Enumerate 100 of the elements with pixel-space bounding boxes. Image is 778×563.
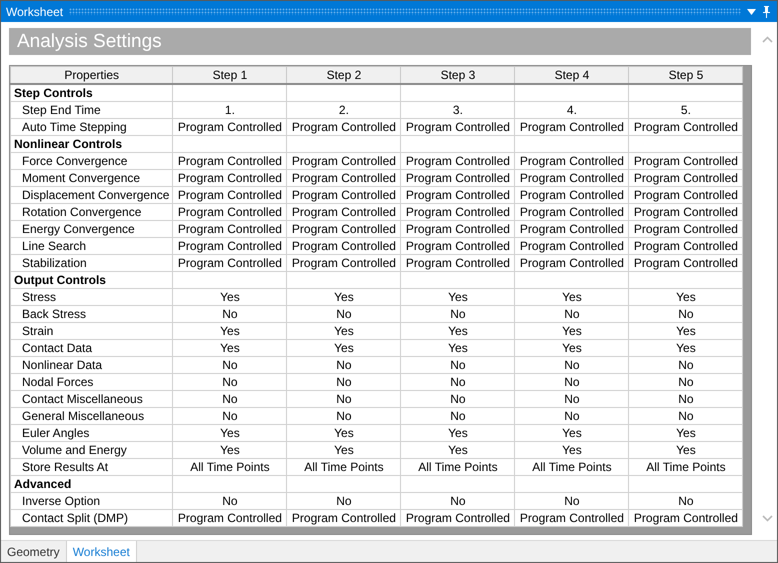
table-cell: Program Controlled [628, 510, 743, 526]
column-header: Step 1 [172, 66, 287, 84]
table-cell: No [286, 492, 401, 510]
section-header: Step Controls [10, 84, 173, 102]
dropdown-icon[interactable] [747, 8, 756, 14]
table-cell: No [286, 306, 401, 322]
table-cell: Program Controlled [628, 186, 743, 204]
table-cell: 4. [514, 102, 629, 118]
table-cell: 2. [286, 102, 401, 118]
property-name: Nodal Forces [10, 374, 173, 390]
property-name: Contact Miscellaneous [10, 390, 173, 408]
pin-icon[interactable] [762, 6, 771, 18]
table-cell: No [172, 390, 287, 408]
table-cell: Program Controlled [514, 186, 629, 204]
column-header: Step 3 [400, 66, 515, 84]
table-cell: Yes [514, 442, 629, 458]
table-cell: Yes [172, 340, 287, 356]
table-cell: Program Controlled [172, 238, 287, 254]
table-cell: No [400, 408, 515, 424]
table-cell: Yes [286, 322, 401, 340]
table-cell: No [400, 390, 515, 408]
table-cell: No [628, 408, 743, 424]
table-cell: Yes [400, 340, 515, 356]
table-cell: No [286, 374, 401, 390]
table-cell: No [514, 492, 629, 510]
table-cell: Program Controlled [514, 220, 629, 238]
table-cell: Program Controlled [286, 510, 401, 526]
table-cell: No [172, 356, 287, 374]
table-cell: All Time Points [628, 458, 743, 476]
property-name: Force Convergence [10, 152, 173, 170]
table-cell: Program Controlled [172, 220, 287, 238]
table-cell: Yes [172, 424, 287, 442]
table-cell: No [514, 390, 629, 408]
table-cell: 3. [400, 102, 515, 118]
table-cell: No [172, 306, 287, 322]
table-cell: Program Controlled [514, 238, 629, 254]
property-name: Step End Time [10, 102, 173, 118]
tab[interactable]: Worksheet [66, 541, 137, 562]
table-cell: No [628, 306, 743, 322]
column-header: Step 2 [286, 66, 401, 84]
table-cell: Program Controlled [286, 204, 401, 220]
table-cell: No [286, 356, 401, 374]
table-cell: Yes [286, 442, 401, 458]
table-cell: Program Controlled [514, 510, 629, 526]
table-cell: Program Controlled [286, 152, 401, 170]
table-cell: Program Controlled [286, 118, 401, 136]
table-cell: Yes [172, 442, 287, 458]
table-cell: No [400, 306, 515, 322]
table-cell: Program Controlled [400, 220, 515, 238]
column-header: Properties [10, 66, 173, 84]
property-name: Stabilization [10, 254, 173, 272]
section-header: Output Controls [10, 272, 173, 288]
table-cell: Yes [628, 340, 743, 356]
table-cell: Yes [400, 424, 515, 442]
property-name: Volume and Energy [10, 442, 173, 458]
column-header: Step 5 [628, 66, 743, 84]
table-cell: No [400, 356, 515, 374]
property-name: Auto Time Stepping [10, 118, 173, 136]
table-cell: Program Controlled [400, 118, 515, 136]
table-cell: No [514, 408, 629, 424]
property-name: Moment Convergence [10, 170, 173, 186]
table-cell: No [514, 306, 629, 322]
table-cell: All Time Points [514, 458, 629, 476]
table-cell: Program Controlled [514, 152, 629, 170]
property-name: Line Search [10, 238, 173, 254]
table-cell: Yes [172, 288, 287, 306]
table-cell: Program Controlled [172, 204, 287, 220]
table-cell: Program Controlled [514, 170, 629, 186]
table-cell: No [628, 492, 743, 510]
table-cell: Yes [286, 340, 401, 356]
table-cell: All Time Points [400, 458, 515, 476]
table-cell: Yes [286, 288, 401, 306]
section-header: Advanced [10, 476, 173, 492]
table-cell: 1. [172, 102, 287, 118]
table-cell: No [400, 374, 515, 390]
table-cell: No [628, 356, 743, 374]
table-cell: Program Controlled [286, 238, 401, 254]
page-heading: Analysis Settings [9, 28, 751, 55]
table-cell: Program Controlled [400, 152, 515, 170]
property-name: Contact Data [10, 340, 173, 356]
table-cell: Yes [286, 424, 401, 442]
property-name: Strain [10, 322, 173, 340]
table-cell: Program Controlled [628, 254, 743, 272]
table-cell: Program Controlled [628, 170, 743, 186]
table-cell: No [172, 374, 287, 390]
table-cell: Program Controlled [628, 118, 743, 136]
table-cell: Program Controlled [628, 238, 743, 254]
table-cell: Program Controlled [628, 204, 743, 220]
table-cell: No [286, 390, 401, 408]
table-cell: Yes [628, 288, 743, 306]
property-name: Inverse Option [10, 492, 173, 510]
table-cell: Program Controlled [172, 118, 287, 136]
table-cell: All Time Points [172, 458, 287, 476]
table-cell: No [514, 356, 629, 374]
table-cell: All Time Points [286, 458, 401, 476]
table-cell: Yes [400, 288, 515, 306]
table-cell: Yes [628, 424, 743, 442]
table-cell: No [286, 408, 401, 424]
table-cell: Program Controlled [514, 254, 629, 272]
table-cell: Program Controlled [286, 170, 401, 186]
